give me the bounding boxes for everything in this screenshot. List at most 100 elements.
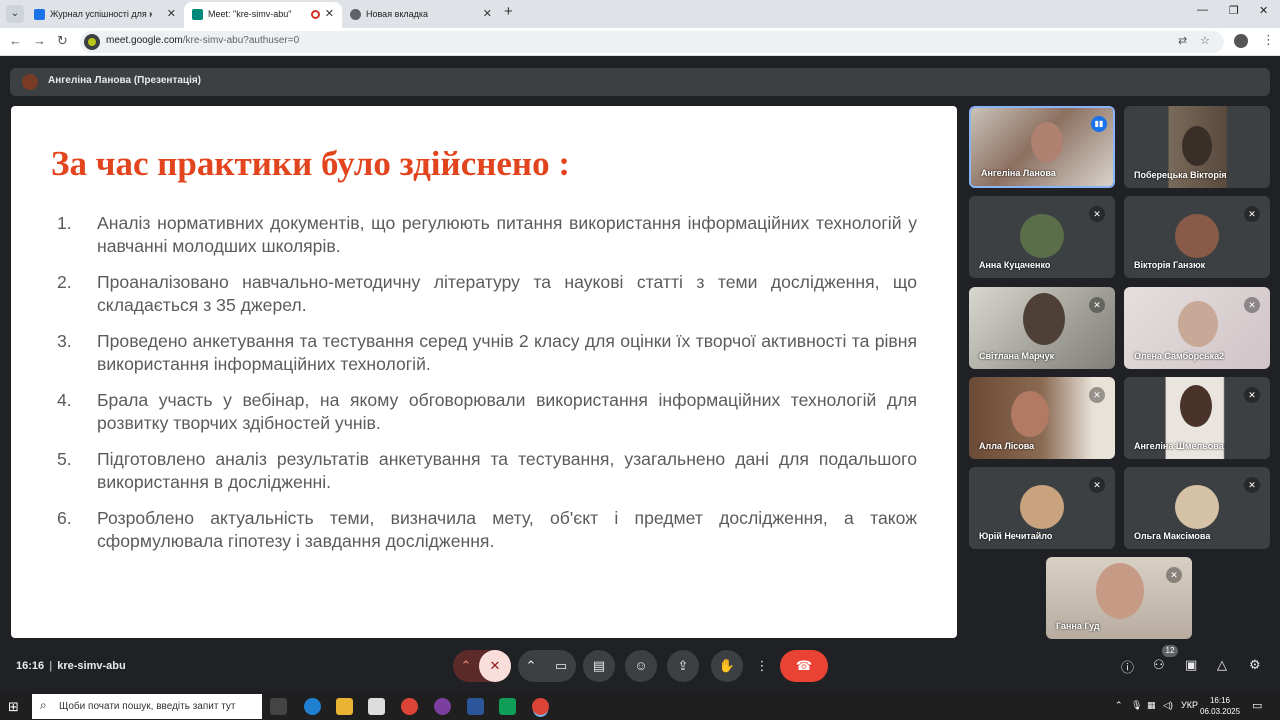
activities-icon[interactable]: △	[1217, 657, 1227, 673]
participant-tile[interactable]: ▮▮ Ангеліна Ланова	[969, 106, 1115, 188]
mic-control-group: ⌃ ✕	[453, 650, 511, 682]
meet-app-icon[interactable]	[499, 698, 516, 715]
reload-icon[interactable]: ↻	[57, 33, 68, 49]
file-explorer-icon[interactable]	[336, 698, 353, 715]
camera-options-chevron-icon[interactable]: ⌃	[518, 650, 544, 682]
participant-tile[interactable]: ✕ Світлана Марчук	[969, 287, 1115, 369]
language-indicator[interactable]: УКР	[1181, 700, 1198, 710]
mic-options-chevron-icon[interactable]: ⌃	[453, 650, 479, 682]
close-tab-icon[interactable]: ✕	[167, 2, 176, 26]
participant-tile[interactable]: ✕ Ангеліна Шмельова	[1124, 377, 1270, 459]
tab-grades-journal[interactable]: Журнал успішності для курсу ✕	[26, 2, 184, 28]
address-bar[interactable]: meet.google.com/kre-simv-abu?authuser=0 …	[80, 31, 1224, 53]
minimize-icon[interactable]: —	[1197, 4, 1208, 16]
profile-avatar[interactable]	[1234, 34, 1248, 48]
participant-tile[interactable]: ✕ Анна Куцаченко	[969, 196, 1115, 278]
taskbar-clock[interactable]: 16:16 06.03.2025	[1200, 695, 1240, 717]
emoji-reactions-button[interactable]: ☺	[625, 650, 657, 682]
present-screen-button[interactable]: ⇪	[667, 650, 699, 682]
tab-new-tab[interactable]: Новая вкладка ✕	[342, 2, 500, 28]
participant-tile[interactable]: ✕ Алла Лісова	[969, 377, 1115, 459]
participant-tile[interactable]: ✕ Ольга Максімова	[1124, 467, 1270, 549]
close-window-icon[interactable]: ✕	[1259, 4, 1268, 17]
captions-button[interactable]: ▤	[583, 650, 615, 682]
participant-name: Ганна Гуд	[1056, 621, 1100, 631]
mic-off-icon: ✕	[1244, 297, 1260, 313]
item-text: Аналіз нормативних документів, що регулю…	[97, 213, 917, 256]
item-number: 5.	[57, 449, 72, 469]
chrome-taskbar-icon[interactable]	[401, 698, 418, 715]
participant-face	[1180, 385, 1212, 427]
slide-list-item: 4. Брала участь у вебінар, на якому обгов…	[57, 389, 917, 448]
new-tab-plus-icon[interactable]: +	[504, 3, 513, 20]
item-text: Підготовлено аналіз результатів анкетува…	[97, 449, 917, 492]
tab-search-chevron-icon[interactable]: ⌄	[6, 5, 24, 23]
mic-off-icon: ✕	[1089, 477, 1105, 493]
edge-icon[interactable]	[304, 698, 321, 715]
url-path: /kre-simv-abu?authuser=0	[182, 35, 300, 46]
participant-name: Олена Самборська2	[1134, 351, 1225, 361]
separator: |	[49, 660, 53, 672]
presenter-bar: Ангеліна Ланова (Презентація)	[10, 68, 1270, 96]
bookmark-star-icon[interactable]: ☆	[1200, 34, 1210, 47]
item-text: Проаналізовано навчально-методичну літер…	[97, 272, 917, 315]
more-options-button[interactable]: ⋮	[751, 650, 773, 682]
task-view-icon[interactable]	[270, 698, 287, 715]
slide-list-item: 1. Аналіз нормативних документів, що регу…	[57, 212, 917, 271]
people-icon[interactable]: ⚇	[1153, 657, 1165, 673]
item-number: 1.	[57, 213, 72, 233]
leave-call-button[interactable]: ☎	[780, 650, 828, 682]
mic-off-button[interactable]: ✕	[479, 650, 511, 682]
back-arrow-icon[interactable]: ←	[9, 33, 22, 48]
forward-arrow-icon[interactable]: →	[33, 33, 46, 48]
participant-avatar	[1020, 214, 1064, 258]
tray-chevron-icon[interactable]: ⌃	[1115, 700, 1123, 711]
participant-count-badge: 12	[1162, 645, 1178, 657]
participant-name: Світлана Марчук	[979, 351, 1055, 361]
participant-tile[interactable]: ✕ Олена Самборська2	[1124, 287, 1270, 369]
microphone-icon[interactable]: 🎙	[1131, 700, 1142, 711]
clock-date: 06.03.2025	[1200, 707, 1241, 716]
camera-button[interactable]: ▭	[546, 650, 576, 682]
url-host: meet.google.com	[106, 35, 183, 46]
participant-tile[interactable]: ✕ Вікторія Ганзюк	[1124, 196, 1270, 278]
meeting-details-icon[interactable]: ⓘ	[1121, 657, 1134, 676]
notification-icon[interactable]: ▭	[1252, 699, 1262, 712]
translate-icon[interactable]: ⇄	[1178, 34, 1187, 47]
network-icon[interactable]: ▦	[1147, 700, 1156, 711]
classroom-icon	[34, 9, 45, 20]
taskbar-search-box[interactable]: ⌕ Щоби почати пошук, введіть запит тут	[32, 694, 262, 719]
participant-name: Ангеліна Шмельова	[1134, 441, 1224, 451]
mic-off-icon: ✕	[1244, 206, 1260, 222]
close-tab-icon[interactable]: ✕	[483, 2, 492, 26]
participant-face	[1096, 563, 1144, 619]
item-number: 6.	[57, 508, 72, 528]
chrome-active-icon[interactable]	[532, 698, 549, 715]
host-controls-icon[interactable]: ⚙	[1249, 657, 1261, 673]
word-icon[interactable]	[467, 698, 484, 715]
tab-title: Новая вкладка	[366, 9, 429, 19]
browser-toolbar: ← → ↻ meet.google.com/kre-simv-abu?authu…	[0, 28, 1280, 56]
participant-avatar	[1175, 214, 1219, 258]
mail-icon[interactable]	[368, 698, 385, 715]
participant-name: Юрій Нечитайло	[979, 531, 1053, 541]
participant-tile[interactable]: Поберецька Вікторія	[1124, 106, 1270, 188]
tab-meet[interactable]: Meet: "kre-simv-abu" ✕	[184, 2, 342, 28]
site-info-icon[interactable]	[84, 34, 100, 50]
restore-icon[interactable]: ❐	[1229, 4, 1239, 17]
raise-hand-button[interactable]: ✋	[711, 650, 743, 682]
volume-icon[interactable]: ◁)	[1163, 700, 1173, 711]
participant-tile[interactable]: ✕ Юрій Нечитайло	[969, 467, 1115, 549]
participant-name: Поберецька Вікторія	[1134, 170, 1227, 180]
participant-tile[interactable]: ✕ Ганна Гуд	[1046, 557, 1192, 639]
windows-start-icon[interactable]: ⊞	[8, 699, 19, 715]
chat-icon[interactable]: ▣	[1185, 657, 1197, 673]
slide-list-item: 5. Підготовлено аналіз результатів анкету…	[57, 448, 917, 507]
viber-icon[interactable]	[434, 698, 451, 715]
close-tab-icon[interactable]: ✕	[325, 2, 334, 26]
browser-menu-icon[interactable]: ⋮	[1262, 32, 1275, 48]
slide-list-item: 3. Проведено анкетування та тестування се…	[57, 330, 917, 389]
participant-name: Ангеліна Ланова	[981, 168, 1056, 178]
item-number: 4.	[57, 390, 72, 410]
slide-list-item: 2. Проаналізовано навчально-методичну літ…	[57, 271, 917, 330]
